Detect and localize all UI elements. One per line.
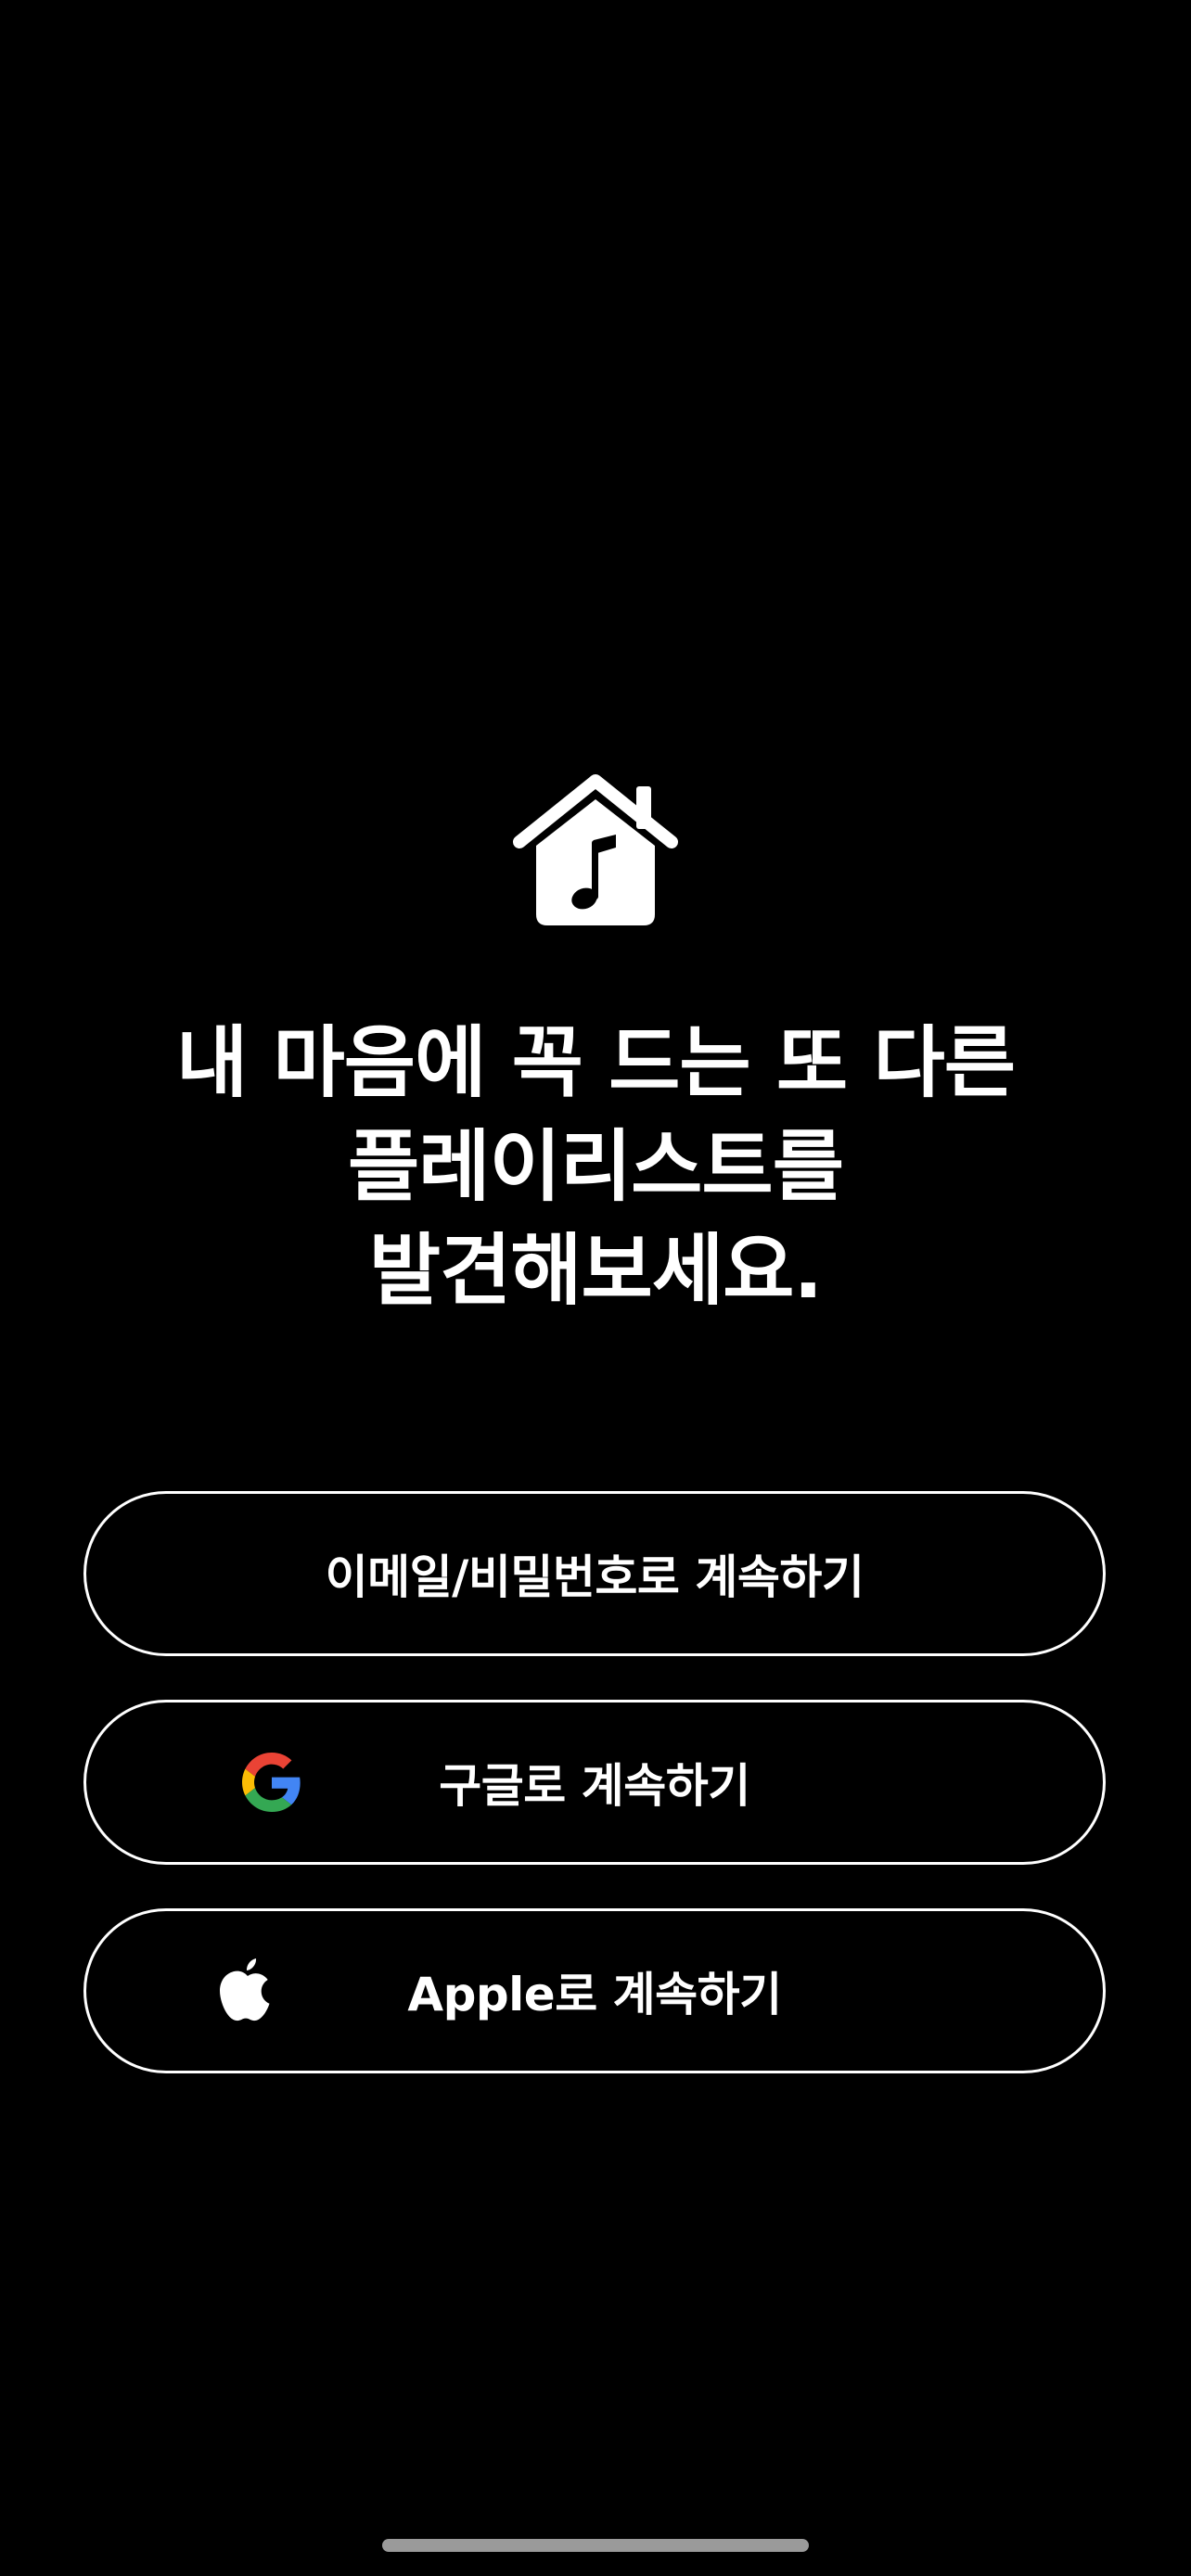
continue-with-apple-label: Apple로 계속하기 <box>407 1968 782 2021</box>
continue-with-email-label: 이메일/비밀번호로 계속하기 <box>325 1550 864 1604</box>
headline-line-2: 플레이리스트를 <box>348 1121 844 1212</box>
continue-with-google-button[interactable]: 구글로 계속하기 <box>83 1700 1106 1865</box>
continue-with-google-label: 구글로 계속하기 <box>439 1759 750 1813</box>
continue-with-email-button[interactable]: 이메일/비밀번호로 계속하기 <box>83 1491 1106 1656</box>
home-indicator[interactable] <box>382 2539 809 2552</box>
house-music-note-icon <box>513 774 678 925</box>
headline-line-1: 내 마음에 꼭 드는 또 다른 <box>175 1017 1016 1108</box>
continue-with-apple-button[interactable]: Apple로 계속하기 <box>83 1908 1106 2073</box>
headline: 내 마음에 꼭 드는 또 다른 플레이리스트를 발견해보세요. <box>0 1011 1191 1322</box>
headline-line-3: 발견해보세요. <box>368 1225 824 1316</box>
